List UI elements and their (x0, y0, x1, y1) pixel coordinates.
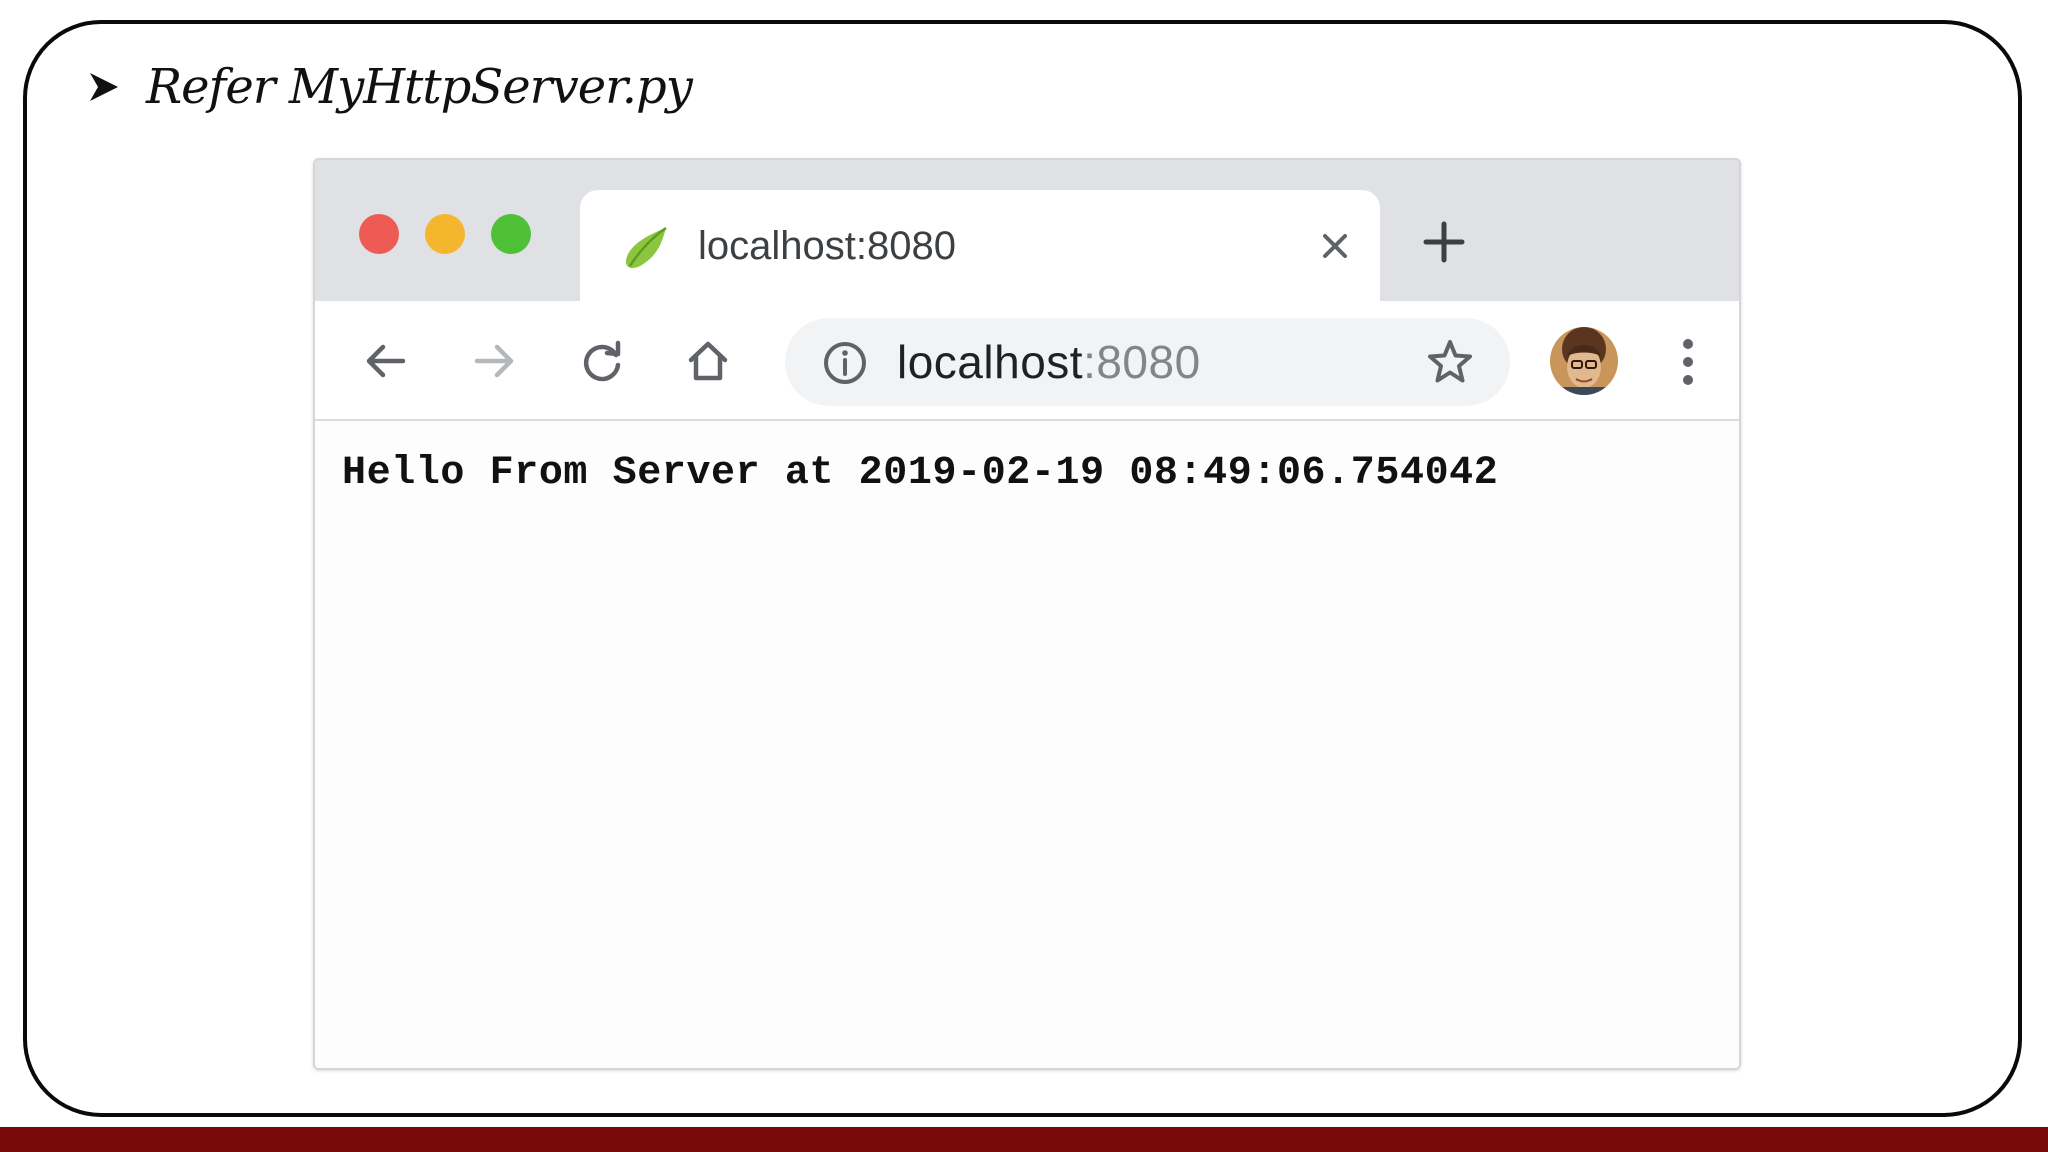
close-tab-icon[interactable] (1315, 226, 1355, 266)
spring-leaf-icon (626, 226, 667, 269)
reload-icon[interactable] (577, 336, 627, 386)
kebab-menu-icon[interactable] (1681, 337, 1695, 387)
url-text[interactable]: localhost:8080 (897, 336, 1201, 388)
browser-window: localhost:8080 localhost:8080 Hello From… (313, 158, 1741, 1070)
address-bar[interactable]: localhost:8080 (785, 318, 1510, 406)
browser-toolbar: localhost:8080 (315, 301, 1739, 421)
profile-avatar[interactable] (1550, 327, 1618, 395)
tab-title: localhost:8080 (698, 224, 956, 268)
star-icon[interactable] (1425, 337, 1475, 387)
avatar-image (1550, 327, 1618, 395)
zoom-window-button[interactable] (491, 214, 531, 254)
new-tab-icon[interactable] (1422, 220, 1466, 264)
home-icon[interactable] (683, 336, 733, 386)
forward-arrow-icon[interactable] (469, 336, 519, 386)
minimize-window-button[interactable] (425, 214, 465, 254)
back-arrow-icon[interactable] (361, 336, 411, 386)
tab-strip: localhost:8080 (315, 160, 1739, 301)
url-host: localhost (897, 336, 1084, 388)
tab-localhost[interactable]: localhost:8080 (580, 190, 1380, 301)
bottom-bar (0, 1127, 2048, 1152)
heading-text: Refer MyHttpServer.py (146, 59, 693, 115)
slide-heading: Refer MyHttpServer.py (88, 52, 693, 122)
arrowhead-bullet-icon (90, 73, 118, 101)
url-port: :8080 (1083, 336, 1201, 388)
info-icon[interactable] (821, 339, 869, 387)
page-content: Hello From Server at 2019-02-19 08:49:06… (315, 421, 1739, 1068)
server-response-text: Hello From Server at 2019-02-19 08:49:06… (342, 451, 1499, 496)
slide: Refer MyHttpServer.py localhost:8080 loc… (0, 0, 2048, 1152)
close-window-button[interactable] (359, 214, 399, 254)
